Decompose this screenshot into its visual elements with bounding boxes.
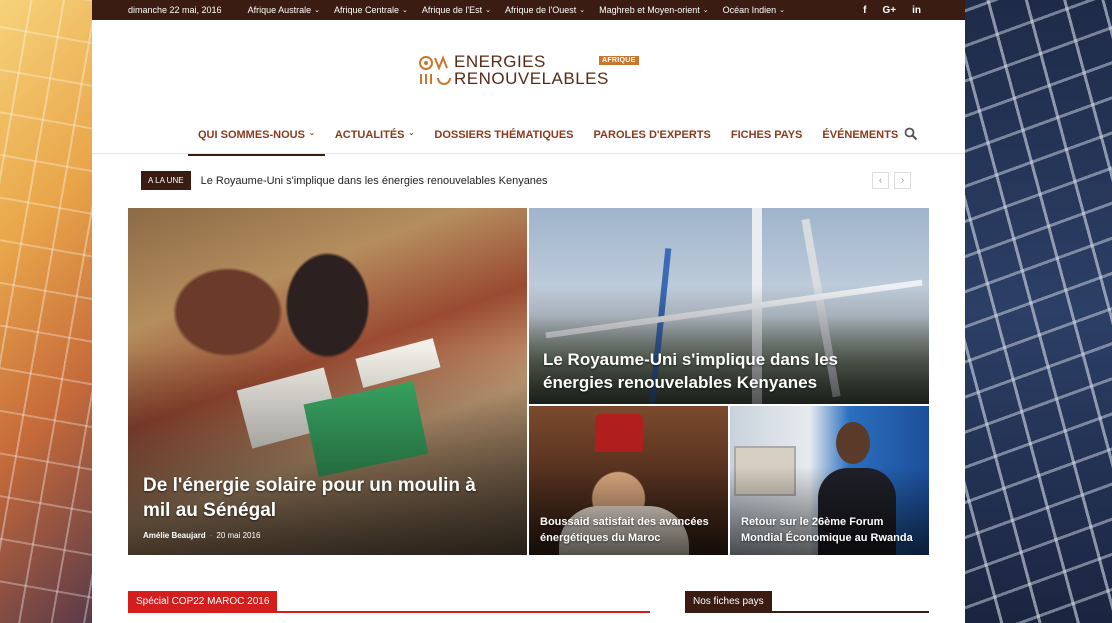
ticker-headline[interactable]: Le Royaume-Uni s'implique dans les énerg… xyxy=(201,175,548,187)
nav-item-fiches-pays[interactable]: FICHES PAYS xyxy=(721,124,813,154)
chevron-down-icon: ⌄ xyxy=(308,130,315,137)
featured-article-bottom-left[interactable]: Boussaid satisfait des avancées énergéti… xyxy=(529,406,728,555)
current-date: dimanche 22 mai, 2016 xyxy=(128,5,222,15)
main-navigation: QUI SOMMES-NOUS ⌄ ACTUALITÉS ⌄ DOSSIERS TH… xyxy=(188,124,908,156)
solar-panel-background-right xyxy=(965,0,1112,623)
nav-item-qui-sommes-nous[interactable]: QUI SOMMES-NOUS ⌄ xyxy=(188,124,325,156)
article-meta: Amélie Beaujard -20 mai 2016 xyxy=(143,531,261,540)
nav-item-evenements[interactable]: ÉVÉNEMENTS xyxy=(812,124,908,154)
social-links: f G+ in xyxy=(863,0,921,20)
featured-top-right-title[interactable]: Le Royaume-Uni s'implique dans les énerg… xyxy=(543,348,873,394)
section-title[interactable]: Spécial COP22 MAROC 2016 xyxy=(128,591,278,611)
ticker-next-button[interactable]: › xyxy=(894,172,911,189)
logo-mark-icon xyxy=(419,55,451,85)
chevron-down-icon: ⌄ xyxy=(702,7,709,14)
section-title[interactable]: Nos fiches pays xyxy=(685,591,772,611)
page-container: dimanche 22 mai, 2016 Afrique Australe ⌄ … xyxy=(92,0,965,623)
nav-item-dossiers[interactable]: DOSSIERS THÉMATIQUES xyxy=(424,124,583,154)
section-header-fiches-pays: Nos fiches pays xyxy=(685,591,929,613)
nav-divider xyxy=(92,153,965,154)
ticker-controls: ‹ › xyxy=(872,172,911,189)
region-menu-item[interactable]: Afrique Australe ⌄ xyxy=(248,5,320,15)
linkedin-icon[interactable]: in xyxy=(912,5,921,16)
region-menu-item[interactable]: Maghreb et Moyen-orient ⌄ xyxy=(599,5,708,15)
featured-article-bottom-right[interactable]: Retour sur le 26ème Forum Mondial Économ… xyxy=(730,406,929,555)
region-menu-item[interactable]: Afrique Centrale ⌄ xyxy=(334,5,408,15)
chevron-down-icon: ⌄ xyxy=(579,7,586,14)
region-menu-item[interactable]: Afrique de l'Est ⌄ xyxy=(422,5,491,15)
ticker-prev-button[interactable]: ‹ xyxy=(872,172,889,189)
solar-panel-background-left xyxy=(0,0,92,623)
region-menu-item[interactable]: Afrique de l'Ouest ⌄ xyxy=(505,5,585,15)
region-menu-item[interactable]: Océan Indien ⌄ xyxy=(723,5,785,15)
chevron-down-icon: ⌄ xyxy=(408,130,415,137)
chevron-down-icon: ⌄ xyxy=(485,7,492,14)
logo-line-2: RENOUVELABLES xyxy=(454,69,609,88)
image-overlay xyxy=(128,346,527,555)
search-icon[interactable] xyxy=(904,127,918,141)
google-plus-icon[interactable]: G+ xyxy=(882,5,896,16)
featured-main-title[interactable]: De l'énergie solaire pour un moulin à mi… xyxy=(143,473,483,523)
ticker-label: A LA UNE xyxy=(141,171,191,190)
featured-article-main[interactable]: De l'énergie solaire pour un moulin à mi… xyxy=(128,208,527,555)
featured-article-top-right[interactable]: Le Royaume-Uni s'implique dans les énerg… xyxy=(529,208,929,404)
nav-item-paroles-experts[interactable]: PAROLES D'EXPERTS xyxy=(584,124,721,154)
section-header-cop22: Spécial COP22 MAROC 2016 xyxy=(128,591,650,613)
facebook-icon[interactable]: f xyxy=(863,5,866,16)
chevron-down-icon: ⌄ xyxy=(402,7,408,14)
top-bar: dimanche 22 mai, 2016 Afrique Australe ⌄ … xyxy=(92,0,965,20)
article-date: 20 mai 2016 xyxy=(216,531,261,540)
featured-bottom-right-title[interactable]: Retour sur le 26ème Forum Mondial Économ… xyxy=(741,514,926,546)
article-author[interactable]: Amélie Beaujard xyxy=(143,531,206,540)
featured-bottom-left-title[interactable]: Boussaid satisfait des avancées énergéti… xyxy=(540,514,725,546)
region-menu: Afrique Australe ⌄ Afrique Centrale ⌄ Afri… xyxy=(248,5,785,15)
site-logo[interactable]: ENERGIES RENOUVELABLES AFRIQUE xyxy=(418,50,648,90)
logo-badge: AFRIQUE xyxy=(599,56,639,65)
news-ticker: A LA UNE Le Royaume-Uni s'implique dans … xyxy=(141,171,548,190)
chevron-down-icon: ⌄ xyxy=(779,7,786,14)
article-image-detail xyxy=(595,414,643,452)
chevron-down-icon: ⌄ xyxy=(314,7,320,14)
nav-item-actualites[interactable]: ACTUALITÉS ⌄ xyxy=(325,124,425,154)
